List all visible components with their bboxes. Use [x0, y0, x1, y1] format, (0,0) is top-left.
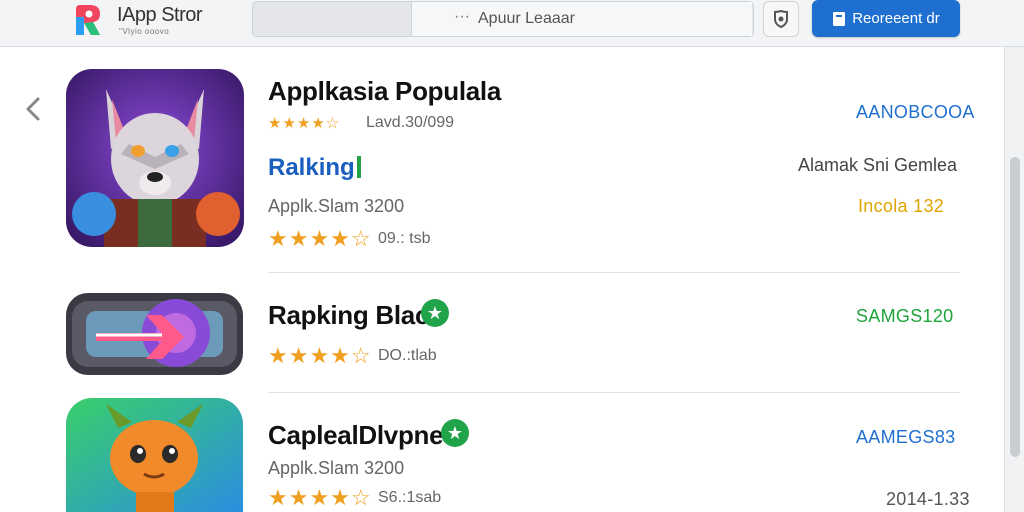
brand-subtitle: "Vlyio ooovo [119, 27, 170, 36]
review-count: S6.:1sab [378, 489, 442, 506]
rating-text: Lavd.30/099 [366, 114, 455, 131]
app-icon-arrow-game[interactable] [66, 293, 243, 375]
chevron-left-icon[interactable] [22, 95, 44, 123]
scrollbar[interactable] [1004, 47, 1024, 512]
bookmark-icon [833, 11, 846, 26]
rating-stars-large: ★★★★☆ [268, 226, 372, 251]
search-bar[interactable]: ··· [252, 1, 754, 37]
app-icon-wolf-fighter[interactable] [66, 69, 244, 247]
app-store-logo[interactable] [70, 3, 104, 37]
meta-right: Incola 132 [858, 196, 945, 216]
rating-stars: ★★★★☆ [268, 115, 341, 132]
primary-action-button[interactable]: Reoreeent dr [812, 0, 960, 37]
rating-stars: ★★★★☆ [268, 485, 372, 510]
developer-label: Applk.Slam 3200 [268, 458, 405, 478]
primary-action-label: Reoreeent dr [852, 10, 940, 27]
app-icon-pet-creature[interactable] [66, 398, 243, 512]
divider [268, 272, 960, 273]
app-title[interactable]: Applkasia Populala [268, 76, 501, 107]
scrollbar-thumb[interactable] [1010, 157, 1020, 457]
ranking-bar [356, 156, 361, 178]
brand-name: IApp Stror [117, 4, 203, 26]
shield-icon [774, 9, 788, 29]
category-label: Alamak Sni Gemlea [798, 155, 958, 175]
search-dots-icon: ··· [454, 8, 470, 25]
developer-label: Applk.Slam 3200 [268, 196, 405, 216]
app-title[interactable]: CaplealDlvpne [268, 420, 444, 451]
meta-right: 2014-1.33 [886, 489, 970, 509]
price-label[interactable]: AAMEGS83 [856, 427, 955, 448]
ranking-label: Ralking [268, 154, 361, 182]
rating-stars: ★★★★☆ [268, 343, 372, 368]
divider [268, 392, 960, 393]
shield-button[interactable] [763, 1, 799, 37]
search-field-container: ··· [411, 2, 752, 36]
review-count: DO.:tlab [378, 347, 437, 364]
star-badge-icon: ★ [441, 419, 469, 447]
top-bar: IApp Stror "Vlyio ooovo ··· Reoreeent dr [0, 0, 1024, 47]
price-label[interactable]: AANOBCOOA [856, 102, 975, 123]
price-label[interactable]: SAMGS120 [856, 306, 953, 327]
app-title[interactable]: Rapking Blac [268, 300, 429, 331]
review-count: 09.: tsb [378, 230, 431, 247]
search-input[interactable] [478, 8, 698, 30]
star-badge-icon: ★ [421, 299, 449, 327]
